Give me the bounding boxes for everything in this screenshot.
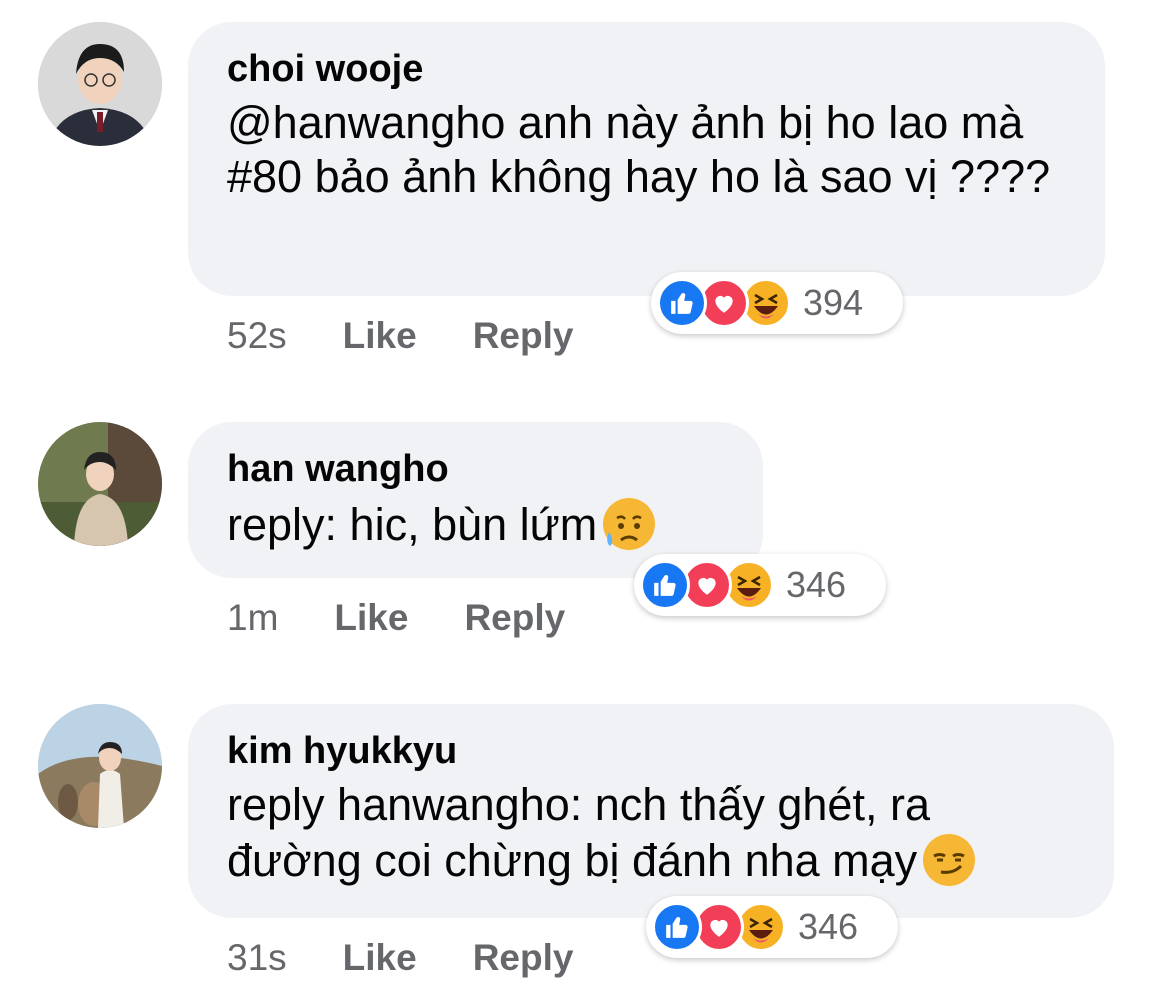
comment-text: @hanwangho anh này ảnh bị ho lao mà #80 … [227,97,1051,202]
avatar[interactable] [38,422,162,546]
reaction-summary[interactable]: 346 [634,554,886,616]
like-button[interactable]: Like [343,936,417,980]
comment-bubble[interactable]: choi wooje @hanwangho anh này ảnh bị ho … [188,22,1105,296]
reply-button[interactable]: Reply [473,936,574,980]
like-button[interactable]: Like [334,596,408,640]
comment-actions: 31s Like Reply [227,936,629,980]
reaction-summary[interactable]: 394 [651,272,903,334]
comment-actions: 1m Like Reply [227,596,621,640]
comment-timestamp[interactable]: 52s [227,314,287,358]
comment-text: reply hanwangho: nch thấy ghét, ra đường… [227,779,930,886]
comment-author[interactable]: kim hyukkyu [227,728,1076,774]
comment-timestamp[interactable]: 31s [227,936,287,980]
like-icon [657,278,707,328]
reply-button[interactable]: Reply [473,314,574,358]
comment-author[interactable]: han wangho [227,446,725,492]
reaction-count: 346 [786,564,847,605]
comment-text-line: reply: hic, bùn lứm [227,496,725,552]
avatar[interactable] [38,704,162,828]
like-icon [640,560,690,610]
avatar-photo-icon [38,704,162,828]
reaction-count: 346 [798,906,859,947]
reaction-count: 394 [803,282,864,323]
reaction-summary[interactable]: 346 [646,896,898,958]
comment-bubble[interactable]: kim hyukkyu reply hanwangho: nch thấy gh… [188,704,1114,918]
sad-sweat-emoji-icon [601,496,657,552]
avatar-photo-icon [38,422,162,546]
comment-actions: 52s Like Reply [227,314,629,358]
like-icon [652,902,702,952]
comment-text: reply: hic, bùn lứm [227,499,598,550]
avatar[interactable] [38,22,162,146]
comment-text-line: reply hanwangho: nch thấy ghét, ra đường… [227,778,1076,888]
smirk-emoji-icon [921,832,977,888]
comment-author[interactable]: choi wooje [227,46,1067,92]
reply-button[interactable]: Reply [464,596,565,640]
like-button[interactable]: Like [343,314,417,358]
comment-timestamp[interactable]: 1m [227,596,278,640]
avatar-photo-icon [38,22,162,146]
